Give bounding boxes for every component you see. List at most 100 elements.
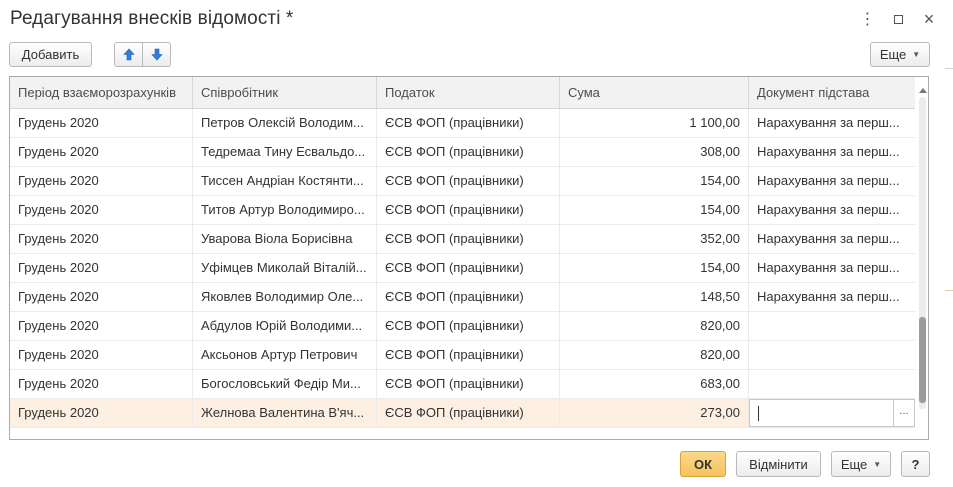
cell-period[interactable]: Грудень 2020 [10,138,193,166]
cell-employee[interactable]: Абдулов Юрій Володими... [193,312,377,340]
table-row[interactable]: Грудень 2020 Желнова Валентина В'яч... ЄСВ… [10,399,915,428]
cell-document[interactable]: ... [749,399,915,427]
column-header-amount[interactable]: Сума [560,77,749,109]
cell-document[interactable]: Нарахування за перш... [749,283,915,311]
table-row[interactable]: Грудень 2020 Аксьонов Артур Петрович ЄСВ Ф… [10,341,915,370]
cell-tax[interactable]: ЄСВ ФОП (працівники) [377,167,560,195]
add-button[interactable]: Добавить [9,42,92,67]
cell-document[interactable] [749,370,915,398]
column-header-document[interactable]: Документ підстава [749,77,915,109]
cell-period[interactable]: Грудень 2020 [10,370,193,398]
background-divider [945,290,953,291]
cell-period[interactable]: Грудень 2020 [10,225,193,253]
maximize-icon[interactable] [888,9,908,29]
cell-amount[interactable]: 820,00 [560,341,749,369]
cell-document[interactable] [749,341,915,369]
vertical-scrollbar[interactable] [916,77,928,439]
cell-employee[interactable]: Тедремаа Тину Есвальдо... [193,138,377,166]
text-cursor [758,406,759,421]
cell-period[interactable]: Грудень 2020 [10,196,193,224]
more-menu-label: Еще [879,47,907,62]
cell-period[interactable]: Грудень 2020 [10,109,193,137]
cell-document[interactable]: Нарахування за перш... [749,167,915,195]
arrow-down-icon [150,48,163,61]
cell-document[interactable]: Нарахування за перш... [749,196,915,224]
cell-tax[interactable]: ЄСВ ФОП (працівники) [377,370,560,398]
cell-amount[interactable]: 820,00 [560,312,749,340]
cell-employee[interactable]: Уфімцев Миколай Віталій... [193,254,377,282]
cell-period[interactable]: Грудень 2020 [10,341,193,369]
scrollbar-thumb[interactable] [919,317,926,403]
cell-amount[interactable]: 683,00 [560,370,749,398]
cell-amount[interactable]: 148,50 [560,283,749,311]
cell-amount[interactable]: 308,00 [560,138,749,166]
scroll-up-icon[interactable] [919,88,927,93]
cell-period[interactable]: Грудень 2020 [10,399,193,427]
cell-document[interactable]: Нарахування за перш... [749,138,915,166]
table-row[interactable]: Грудень 2020 Абдулов Юрій Володими... ЄСВ … [10,312,915,341]
arrow-up-icon [122,48,135,61]
table-row[interactable]: Грудень 2020 Петров Олексій Володим... ЄСВ… [10,109,915,138]
cell-amount[interactable]: 352,00 [560,225,749,253]
cell-tax[interactable]: ЄСВ ФОП (працівники) [377,254,560,282]
table-header: Період взаєморозрахунків Співробітник По… [10,77,915,109]
table-row[interactable]: Грудень 2020 Тедремаа Тину Есвальдо... ЄСВ… [10,138,915,167]
table-row[interactable]: Грудень 2020 Тиссен Андріан Костянти... ЄС… [10,167,915,196]
cell-employee[interactable]: Желнова Валентина В'яч... [193,399,377,427]
cell-tax[interactable]: ЄСВ ФОП (працівники) [377,196,560,224]
cell-employee[interactable]: Аксьонов Артур Петрович [193,341,377,369]
chevron-down-icon: ▼ [912,50,921,59]
table-row[interactable]: Грудень 2020 Титов Артур Володимиро... ЄСВ… [10,196,915,225]
cell-document[interactable]: Нарахування за перш... [749,109,915,137]
table-row[interactable]: Грудень 2020 Уфімцев Миколай Віталій... ЄС… [10,254,915,283]
background-divider [945,68,953,69]
cell-tax[interactable]: ЄСВ ФОП (працівники) [377,312,560,340]
cell-employee[interactable]: Петров Олексій Володим... [193,109,377,137]
cell-amount[interactable]: 154,00 [560,167,749,195]
help-button[interactable]: ? [901,451,930,477]
cell-period[interactable]: Грудень 2020 [10,254,193,282]
cell-employee[interactable]: Титов Артур Володимиро... [193,196,377,224]
cell-tax[interactable]: ЄСВ ФОП (працівники) [377,341,560,369]
table-row[interactable]: Грудень 2020 Богословський Федір Ми... ЄСВ… [10,370,915,399]
cell-period[interactable]: Грудень 2020 [10,167,193,195]
more-menu-button[interactable]: Еще ▼ [870,42,930,67]
more-options-icon[interactable]: ⋮ [857,9,877,29]
column-header-employee[interactable]: Співробітник [193,77,377,109]
cell-tax[interactable]: ЄСВ ФОП (працівники) [377,109,560,137]
cell-period[interactable]: Грудень 2020 [10,283,193,311]
table-row[interactable]: Грудень 2020 Уварова Віола Борисівна ЄСВ Ф… [10,225,915,254]
cell-document[interactable] [749,312,915,340]
cell-document[interactable]: Нарахування за перш... [749,254,915,282]
cell-employee[interactable]: Яковлев Володимир Оле... [193,283,377,311]
document-input[interactable] [750,400,894,426]
footer-more-button[interactable]: Еще ▼ [831,451,891,477]
table-row[interactable]: Грудень 2020 Яковлев Володимир Оле... ЄСВ … [10,283,915,312]
cell-amount[interactable]: 1 100,00 [560,109,749,137]
cell-period[interactable]: Грудень 2020 [10,312,193,340]
cell-document[interactable]: Нарахування за перш... [749,225,915,253]
ok-button[interactable]: ОК [680,451,726,477]
column-header-period[interactable]: Період взаєморозрахунків [10,77,193,109]
cell-tax[interactable]: ЄСВ ФОП (працівники) [377,399,560,427]
cell-employee[interactable]: Тиссен Андріан Костянти... [193,167,377,195]
move-down-button[interactable] [142,42,171,67]
footer-more-label: Еще [840,456,868,472]
cell-amount[interactable]: 154,00 [560,254,749,282]
cell-amount[interactable]: 154,00 [560,196,749,224]
contributions-table: Період взаєморозрахунків Співробітник По… [9,76,929,440]
cancel-button[interactable]: Відмінити [736,451,821,477]
window-title: Редагування внесків відомості * [10,8,294,29]
cell-employee[interactable]: Уварова Віола Борисівна [193,225,377,253]
column-header-tax[interactable]: Податок [377,77,560,109]
cell-tax[interactable]: ЄСВ ФОП (працівники) [377,225,560,253]
select-button[interactable]: ... [894,400,914,426]
cell-tax[interactable]: ЄСВ ФОП (працівники) [377,138,560,166]
move-up-button[interactable] [114,42,143,67]
chevron-down-icon: ▼ [873,459,882,469]
cell-amount[interactable]: 273,00 [560,399,749,427]
cell-tax[interactable]: ЄСВ ФОП (працівники) [377,283,560,311]
title-bar: Редагування внесків відомості * ⋮ × [0,0,953,38]
cell-employee[interactable]: Богословський Федір Ми... [193,370,377,398]
close-icon[interactable]: × [919,9,939,29]
